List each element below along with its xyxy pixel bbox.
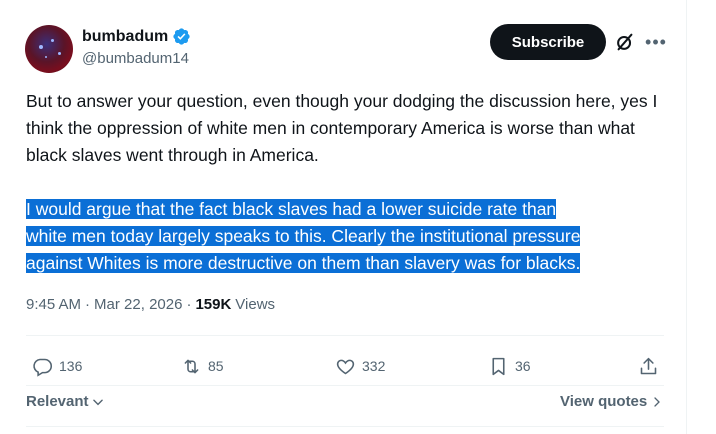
meta-separator: · xyxy=(85,296,91,313)
divider xyxy=(26,335,664,336)
tweet-paragraph: But to answer your question, even though… xyxy=(26,91,658,165)
repost-icon xyxy=(184,359,199,373)
tweet-detail: bumbadum @bumbadum14 Subscribe ••• But t… xyxy=(0,0,686,434)
share-button[interactable] xyxy=(638,350,659,382)
selected-text-line: against Whites is more destructive on th… xyxy=(26,253,581,273)
share-icon xyxy=(640,357,657,374)
tweet-paragraph-selected: I would argue that the fact black slaves… xyxy=(26,196,676,277)
meta-separator: · xyxy=(186,296,192,313)
reply-icon xyxy=(33,358,53,377)
view-quotes-label: View quotes xyxy=(560,393,648,410)
avatar[interactable] xyxy=(25,25,73,73)
bookmark-button[interactable]: 36 xyxy=(488,350,531,382)
author-name-row[interactable]: bumbadum xyxy=(82,27,191,46)
chevron-down-icon xyxy=(92,399,103,405)
action-bar: 136 85 332 36 xyxy=(26,350,664,382)
bookmark-count: 36 xyxy=(515,358,531,374)
tweet-meta: 9:45 AM · Mar 22, 2026 · 159K Views xyxy=(26,296,275,313)
selected-text-line: white men today largely speaks to this. … xyxy=(26,226,581,246)
reply-button[interactable]: 136 xyxy=(32,350,82,382)
bookmark-icon xyxy=(492,357,505,375)
like-count: 332 xyxy=(362,358,386,374)
avatar-spark xyxy=(51,39,54,42)
grok-icon[interactable] xyxy=(614,31,636,53)
avatar-spark xyxy=(45,56,47,58)
chevron-right-icon xyxy=(654,396,661,407)
views-count: 159K xyxy=(195,296,232,313)
avatar-spark xyxy=(39,45,43,49)
author-handle[interactable]: @bumbadum14 xyxy=(82,50,189,67)
repost-button[interactable]: 85 xyxy=(181,350,224,382)
divider xyxy=(26,426,664,427)
column-border xyxy=(686,0,687,434)
sort-relevant-dropdown[interactable]: Relevant xyxy=(26,393,105,410)
avatar-spark xyxy=(58,52,61,55)
heart-icon xyxy=(336,359,355,374)
divider xyxy=(26,385,664,386)
tweet-time[interactable]: 9:45 AM xyxy=(26,296,81,313)
like-button[interactable]: 332 xyxy=(335,350,385,382)
repost-count: 85 xyxy=(208,358,224,374)
more-dots-icon[interactable]: ••• xyxy=(644,32,668,52)
sort-label: Relevant xyxy=(26,393,89,410)
tweet-date[interactable]: Mar 22, 2026 xyxy=(94,296,182,313)
reply-count: 136 xyxy=(59,358,83,374)
views-label: Views xyxy=(235,296,276,313)
subscribe-button[interactable]: Subscribe xyxy=(490,24,606,60)
selected-text-line: I would argue that the fact black slaves… xyxy=(26,199,557,219)
display-name[interactable]: bumbadum xyxy=(82,28,168,46)
view-quotes-link[interactable]: View quotes xyxy=(560,393,663,410)
tweet-text: But to answer your question, even though… xyxy=(26,88,676,277)
verified-badge-icon[interactable] xyxy=(172,27,191,46)
